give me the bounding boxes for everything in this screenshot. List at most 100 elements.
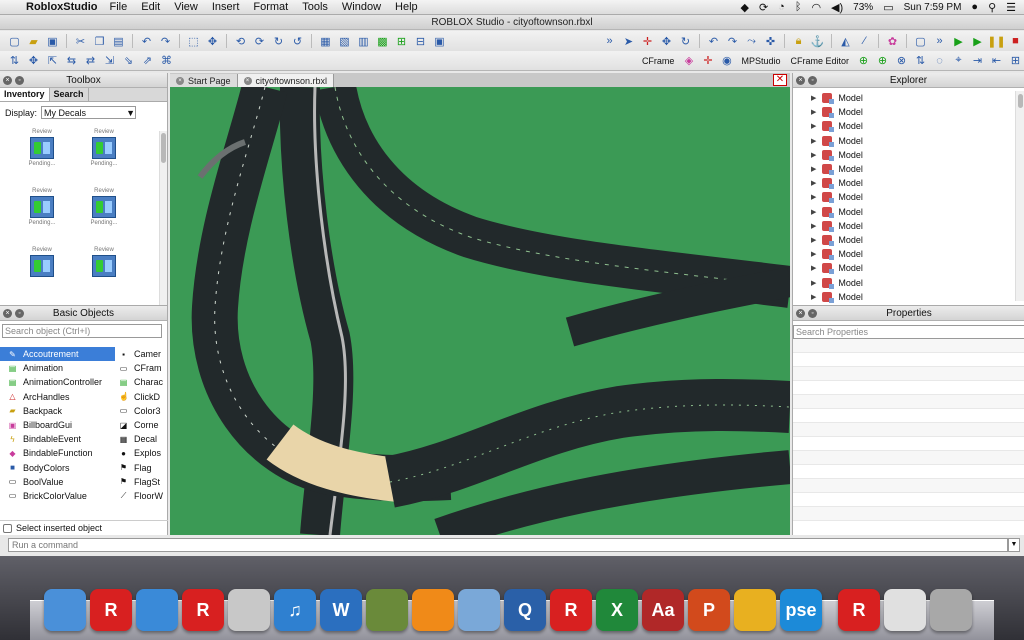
roblox-icon[interactable]: R [90, 589, 132, 631]
menu-window[interactable]: Window [342, 1, 381, 13]
plugin-icon-11[interactable]: ⊕ [874, 53, 891, 69]
undo-icon[interactable]: ↶ [138, 33, 155, 49]
move-tool-icon[interactable]: ✛ [639, 33, 656, 49]
object-item-bindablefunction[interactable]: ◆ BindableFunction [0, 446, 115, 460]
object-item-clickdetector[interactable]: ☝ ClickD [117, 390, 167, 404]
finder-icon[interactable] [44, 589, 86, 631]
join-icon[interactable]: ✜ [762, 33, 779, 49]
expand-arrow-icon[interactable]: ▶ [811, 236, 816, 244]
open-file-icon[interactable]: ▰ [25, 33, 42, 49]
object-item-camera[interactable]: ▪ Camer [117, 347, 167, 361]
collision-icon[interactable]: ↶ [705, 33, 722, 49]
overflow-2-icon[interactable]: » [931, 33, 948, 49]
expand-arrow-icon[interactable]: ▶ [811, 122, 816, 130]
settings-panel-icon[interactable]: ◦ [15, 75, 24, 85]
decal-item[interactable]: Review Pending... [12, 188, 72, 243]
object-item-cornerwedge[interactable]: ◪ Corne [117, 418, 167, 432]
terrain-icon[interactable]: ▩ [374, 33, 391, 49]
trash-icon[interactable] [930, 589, 972, 631]
close-tab-icon[interactable]: × [176, 76, 184, 85]
explorer-item-model[interactable]: ▶ Model [793, 190, 1015, 204]
lock-icon[interactable]: 🔒︎ [790, 33, 807, 49]
plugin-icon-5[interactable]: ⇄ [82, 53, 99, 69]
rotate-tool-icon[interactable]: ↻ [677, 33, 694, 49]
expand-arrow-icon[interactable]: ▶ [811, 137, 816, 145]
expand-arrow-icon[interactable]: ▶ [811, 208, 816, 216]
explorer-item-model[interactable]: ▶ Model [793, 275, 1015, 289]
fullscreen-icon[interactable]: ▣ [431, 33, 448, 49]
object-item-flag[interactable]: ⚑ Flag [117, 461, 167, 475]
chrome-icon[interactable] [734, 589, 776, 631]
pause-icon[interactable]: ❚❚ [987, 33, 1005, 49]
jpeg-file-icon[interactable] [884, 589, 926, 631]
plugin-icon-14[interactable]: ◌ [931, 53, 948, 69]
cut-icon[interactable]: ✂ [72, 33, 89, 49]
toolbox-scrollbar[interactable] [159, 131, 167, 305]
bluetooth-icon[interactable]: ᛒ [795, 1, 802, 13]
search-object-input[interactable]: Search object (Ctrl+I) [2, 324, 162, 338]
explorer-item-model[interactable]: ▶ Model [793, 233, 1015, 247]
plugin-icon-4[interactable]: ⇆ [63, 53, 80, 69]
object-item-character[interactable]: ▤ Charac [117, 375, 167, 389]
object-item-color3value[interactable]: ▭ Color3 [117, 404, 167, 418]
object-item-animationcontroller[interactable]: ▤ AnimationController [0, 375, 115, 389]
plugin-icon-9[interactable]: ⌘ [158, 53, 175, 69]
excel-icon[interactable]: X [596, 589, 638, 631]
menu-file[interactable]: File [110, 1, 128, 13]
rotate-icon[interactable]: ↻ [270, 33, 287, 49]
object-item-decal[interactable]: ▦ Decal [117, 432, 167, 446]
overflow-icon[interactable]: » [601, 33, 618, 49]
screen-icon[interactable]: ▢ [912, 33, 929, 49]
select-region-icon[interactable]: ⬚ [185, 33, 202, 49]
decal-item[interactable]: Review Pending... [12, 129, 72, 184]
close-panel-icon[interactable]: × [796, 308, 805, 318]
weld-icon[interactable]: ⤳ [743, 33, 760, 49]
word-icon[interactable]: W [320, 589, 362, 631]
expand-arrow-icon[interactable]: ▶ [811, 193, 816, 201]
material-icon[interactable]: ⁄ [856, 33, 873, 49]
plugin-icon-10[interactable]: ⊕ [855, 53, 872, 69]
decal-item[interactable]: Review Pending... [74, 129, 134, 184]
object-item-explosion[interactable]: ● Explos [117, 446, 167, 460]
notification-center-icon[interactable]: ☰ [1006, 1, 1016, 14]
menu-edit[interactable]: Edit [141, 1, 160, 13]
explorer-item-model[interactable]: ▶ Model [793, 148, 1015, 162]
spotlight-icon[interactable]: ⚲ [988, 1, 996, 14]
safari-icon[interactable] [136, 589, 178, 631]
ibooks-icon[interactable] [412, 589, 454, 631]
plugin-icon-12[interactable]: ⊗ [893, 53, 910, 69]
close-panel-icon[interactable]: × [3, 75, 12, 85]
explorer-item-model[interactable]: ▶ Model [793, 105, 1015, 119]
expand-arrow-icon[interactable]: ▶ [811, 151, 816, 159]
menu-view[interactable]: View [174, 1, 198, 13]
object-item-floorwire[interactable]: ⟋ FloorW [117, 489, 167, 503]
app-menu[interactable]: RobloxStudio [26, 1, 98, 13]
dictionary-icon[interactable]: Aa [642, 589, 684, 631]
move-plugin-icon[interactable]: ✛ [699, 53, 716, 69]
dropbox-icon[interactable]: ◆ [740, 1, 748, 14]
photoshop-elements-icon[interactable]: pse [780, 589, 822, 631]
explorer-item-model[interactable]: ▶ Model [793, 176, 1015, 190]
search-properties-input[interactable]: Search Properties [793, 325, 1024, 339]
select-tool-icon[interactable]: ➤ [620, 33, 637, 49]
cube-icon[interactable]: ◈ [680, 53, 697, 69]
drag-icon[interactable]: ✥ [204, 33, 221, 49]
anchor-icon[interactable]: ⚓ [809, 33, 826, 49]
run-icon[interactable]: ▶ [969, 33, 986, 49]
tilt-icon[interactable]: ↺ [289, 33, 306, 49]
select-inserted-row[interactable]: Select inserted object [0, 520, 168, 535]
expand-arrow-icon[interactable]: ▶ [811, 94, 816, 102]
plugin-icon-8[interactable]: ⇗ [139, 53, 156, 69]
redo-icon[interactable]: ↷ [157, 33, 174, 49]
tab-inventory[interactable]: Inventory [0, 88, 50, 101]
team-icon[interactable]: ✿ [884, 33, 901, 49]
object-item-bodycolors[interactable]: ■ BodyColors [0, 461, 115, 475]
sync-icon[interactable]: ⟳ [759, 1, 768, 14]
object-item-bindableevent[interactable]: ϟ BindableEvent [0, 432, 115, 446]
group-icon[interactable]: ⟲ [232, 33, 249, 49]
transform-icon[interactable]: ↷ [724, 33, 741, 49]
clock[interactable]: Sun 7:59 PM [904, 2, 962, 13]
copy-icon[interactable]: ❐ [91, 33, 108, 49]
tab-search[interactable]: Search [50, 88, 89, 101]
command-dropdown-icon[interactable]: ▼ [1008, 538, 1020, 552]
